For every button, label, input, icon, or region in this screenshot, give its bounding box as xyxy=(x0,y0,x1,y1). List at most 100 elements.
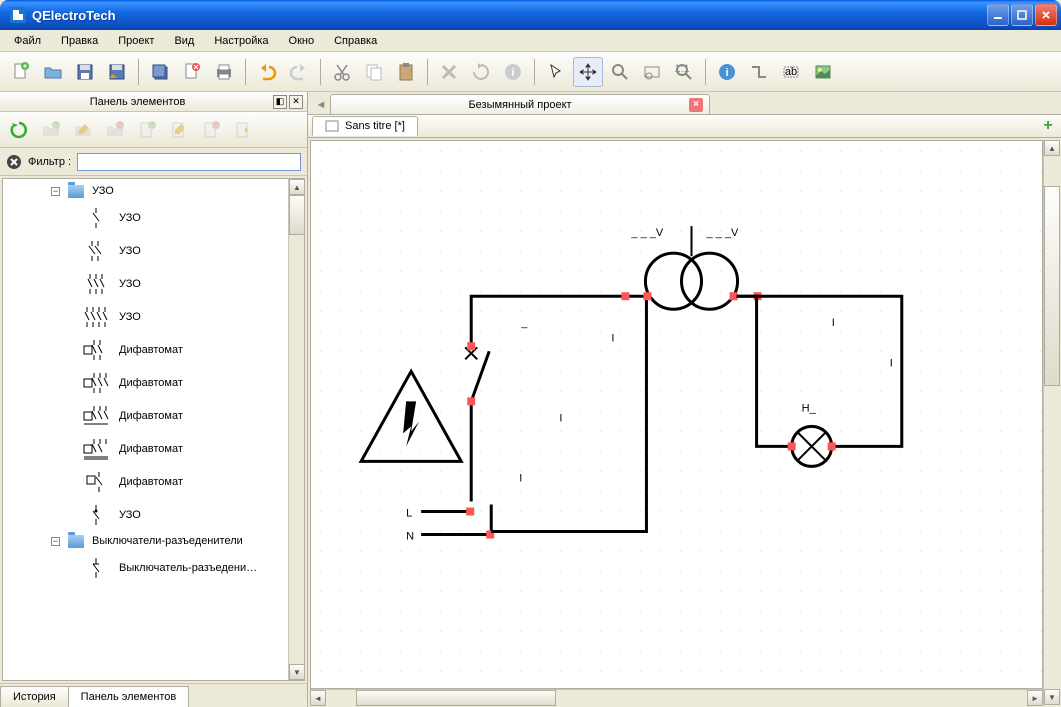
tree-item[interactable]: УЗО xyxy=(3,234,304,267)
svg-text:I: I xyxy=(890,357,893,369)
folder-label: Выключатели-разъеденители xyxy=(92,535,243,547)
menu-file[interactable]: Файл xyxy=(6,33,49,49)
menu-settings[interactable]: Настройка xyxy=(206,33,276,49)
elements-tree[interactable]: − УЗО УЗО УЗО УЗО УЗО Дифавтомат Дифавто… xyxy=(2,178,305,681)
scroll-thumb-v[interactable] xyxy=(1044,186,1060,386)
edit-category-button[interactable] xyxy=(68,115,98,145)
copy-button[interactable] xyxy=(359,57,389,87)
folder-label: УЗО xyxy=(92,185,114,197)
tree-item[interactable]: Дифавтомат xyxy=(3,333,304,366)
canvas-scrollbar-h[interactable]: ◄ ► xyxy=(310,689,1043,705)
scroll-left-icon[interactable]: ◄ xyxy=(310,690,326,706)
image-button[interactable] xyxy=(808,57,838,87)
wire-button[interactable] xyxy=(744,57,774,87)
menu-edit[interactable]: Правка xyxy=(53,33,106,49)
save-button[interactable] xyxy=(70,57,100,87)
undo-button[interactable] xyxy=(252,57,282,87)
scroll-right-icon[interactable]: ► xyxy=(1027,690,1043,706)
collapse-icon[interactable]: − xyxy=(51,187,60,196)
app-icon xyxy=(10,7,26,23)
menu-project[interactable]: Проект xyxy=(110,33,162,49)
tree-folder[interactable]: − УЗО xyxy=(3,181,304,201)
zoom-tool[interactable] xyxy=(605,57,635,87)
menu-window[interactable]: Окно xyxy=(281,33,323,49)
maximize-button[interactable] xyxy=(1011,4,1033,26)
reload-button[interactable] xyxy=(4,115,34,145)
project-tab-label: Безымянный проект xyxy=(468,99,571,111)
tab-elements[interactable]: Панель элементов xyxy=(68,686,190,707)
close-project-button[interactable]: × xyxy=(689,98,703,112)
tree-item[interactable]: Дифавтомат xyxy=(3,366,304,399)
new-button[interactable] xyxy=(6,57,36,87)
move-tool[interactable] xyxy=(573,57,603,87)
scroll-up-icon[interactable]: ▲ xyxy=(1044,140,1060,156)
drawing-canvas[interactable]: L N xyxy=(310,140,1043,689)
tab-history[interactable]: История xyxy=(0,686,69,707)
about-button[interactable]: i xyxy=(712,57,742,87)
tree-item[interactable]: Дифавтомат xyxy=(3,432,304,465)
close-button[interactable] xyxy=(1035,4,1057,26)
project-tab[interactable]: Безымянный проект × xyxy=(330,94,710,114)
text-frame-button[interactable]: ab xyxy=(776,57,806,87)
tree-item[interactable]: УЗО xyxy=(3,201,304,234)
open-button[interactable] xyxy=(38,57,68,87)
minimize-button[interactable] xyxy=(987,4,1009,26)
info-button[interactable]: i xyxy=(498,57,528,87)
svg-text:_: _ xyxy=(520,317,528,329)
edit-element-button[interactable] xyxy=(164,115,194,145)
filter-input[interactable] xyxy=(77,153,301,171)
panel-tabs: История Панель элементов xyxy=(0,683,307,707)
tree-item[interactable]: Выключатель-разъедени… xyxy=(3,551,304,584)
tree-item[interactable]: УЗО xyxy=(3,267,304,300)
svg-text:i: i xyxy=(725,67,728,79)
collapse-icon[interactable]: − xyxy=(51,537,60,546)
scroll-down-icon[interactable]: ▼ xyxy=(289,664,305,680)
rotate-button[interactable] xyxy=(466,57,496,87)
clear-filter-icon[interactable] xyxy=(6,154,22,170)
window-titlebar: QElectroTech xyxy=(0,0,1061,30)
print-button[interactable] xyxy=(209,57,239,87)
tree-scrollbar[interactable]: ▲ ▼ xyxy=(288,179,304,680)
scroll-down-icon[interactable]: ▼ xyxy=(1044,689,1060,705)
paste-button[interactable] xyxy=(391,57,421,87)
delete-category-button[interactable] xyxy=(100,115,130,145)
select-tool[interactable] xyxy=(541,57,571,87)
menu-help[interactable]: Справка xyxy=(326,33,385,49)
menubar: Файл Правка Проект Вид Настройка Окно Сп… xyxy=(0,30,1061,52)
redo-button[interactable] xyxy=(284,57,314,87)
tree-item[interactable]: Дифавтомат xyxy=(3,465,304,498)
prev-project-icon[interactable]: ◄ xyxy=(312,96,330,114)
project-tabs: ◄ Безымянный проект × xyxy=(308,92,1061,114)
svg-text:I: I xyxy=(611,332,614,344)
folder-icon xyxy=(68,535,84,548)
scroll-up-icon[interactable]: ▲ xyxy=(289,179,305,195)
sheet-tab[interactable]: Sans titre [*] xyxy=(312,116,418,136)
canvas-scrollbar-v[interactable]: ▲ ▼ xyxy=(1043,140,1059,705)
new-category-button[interactable] xyxy=(36,115,66,145)
add-sheet-button[interactable]: + xyxy=(1039,117,1057,135)
panel-close-button[interactable]: ✕ xyxy=(289,95,303,109)
save-as-button[interactable] xyxy=(102,57,132,87)
delete-button[interactable] xyxy=(434,57,464,87)
svg-text:L: L xyxy=(406,508,412,520)
sheet-icon xyxy=(325,120,339,132)
sheet-tabs: Sans titre [*] + xyxy=(308,114,1061,138)
delete-element-button[interactable] xyxy=(196,115,226,145)
menu-view[interactable]: Вид xyxy=(166,33,202,49)
tree-folder[interactable]: − Выключатели-разъеденители xyxy=(3,531,304,551)
panel-undock-button[interactable]: ◧ xyxy=(273,95,287,109)
zoom-fit-button[interactable] xyxy=(637,57,667,87)
save-all-button[interactable] xyxy=(145,57,175,87)
cut-button[interactable] xyxy=(327,57,357,87)
scroll-thumb-h[interactable] xyxy=(356,690,556,706)
tree-item[interactable]: УЗО xyxy=(3,498,304,531)
import-element-button[interactable] xyxy=(228,115,258,145)
tree-item[interactable]: Дифавтомат xyxy=(3,399,304,432)
tree-item[interactable]: УЗО xyxy=(3,300,304,333)
new-element-button[interactable] xyxy=(132,115,162,145)
filter-label: Фильтр : xyxy=(28,156,71,168)
close-file-button[interactable] xyxy=(177,57,207,87)
zoom-reset-button[interactable]: 1:1 xyxy=(669,57,699,87)
scroll-thumb[interactable] xyxy=(289,195,305,235)
canvas-area: ◄ Безымянный проект × Sans titre [*] + xyxy=(308,92,1061,707)
